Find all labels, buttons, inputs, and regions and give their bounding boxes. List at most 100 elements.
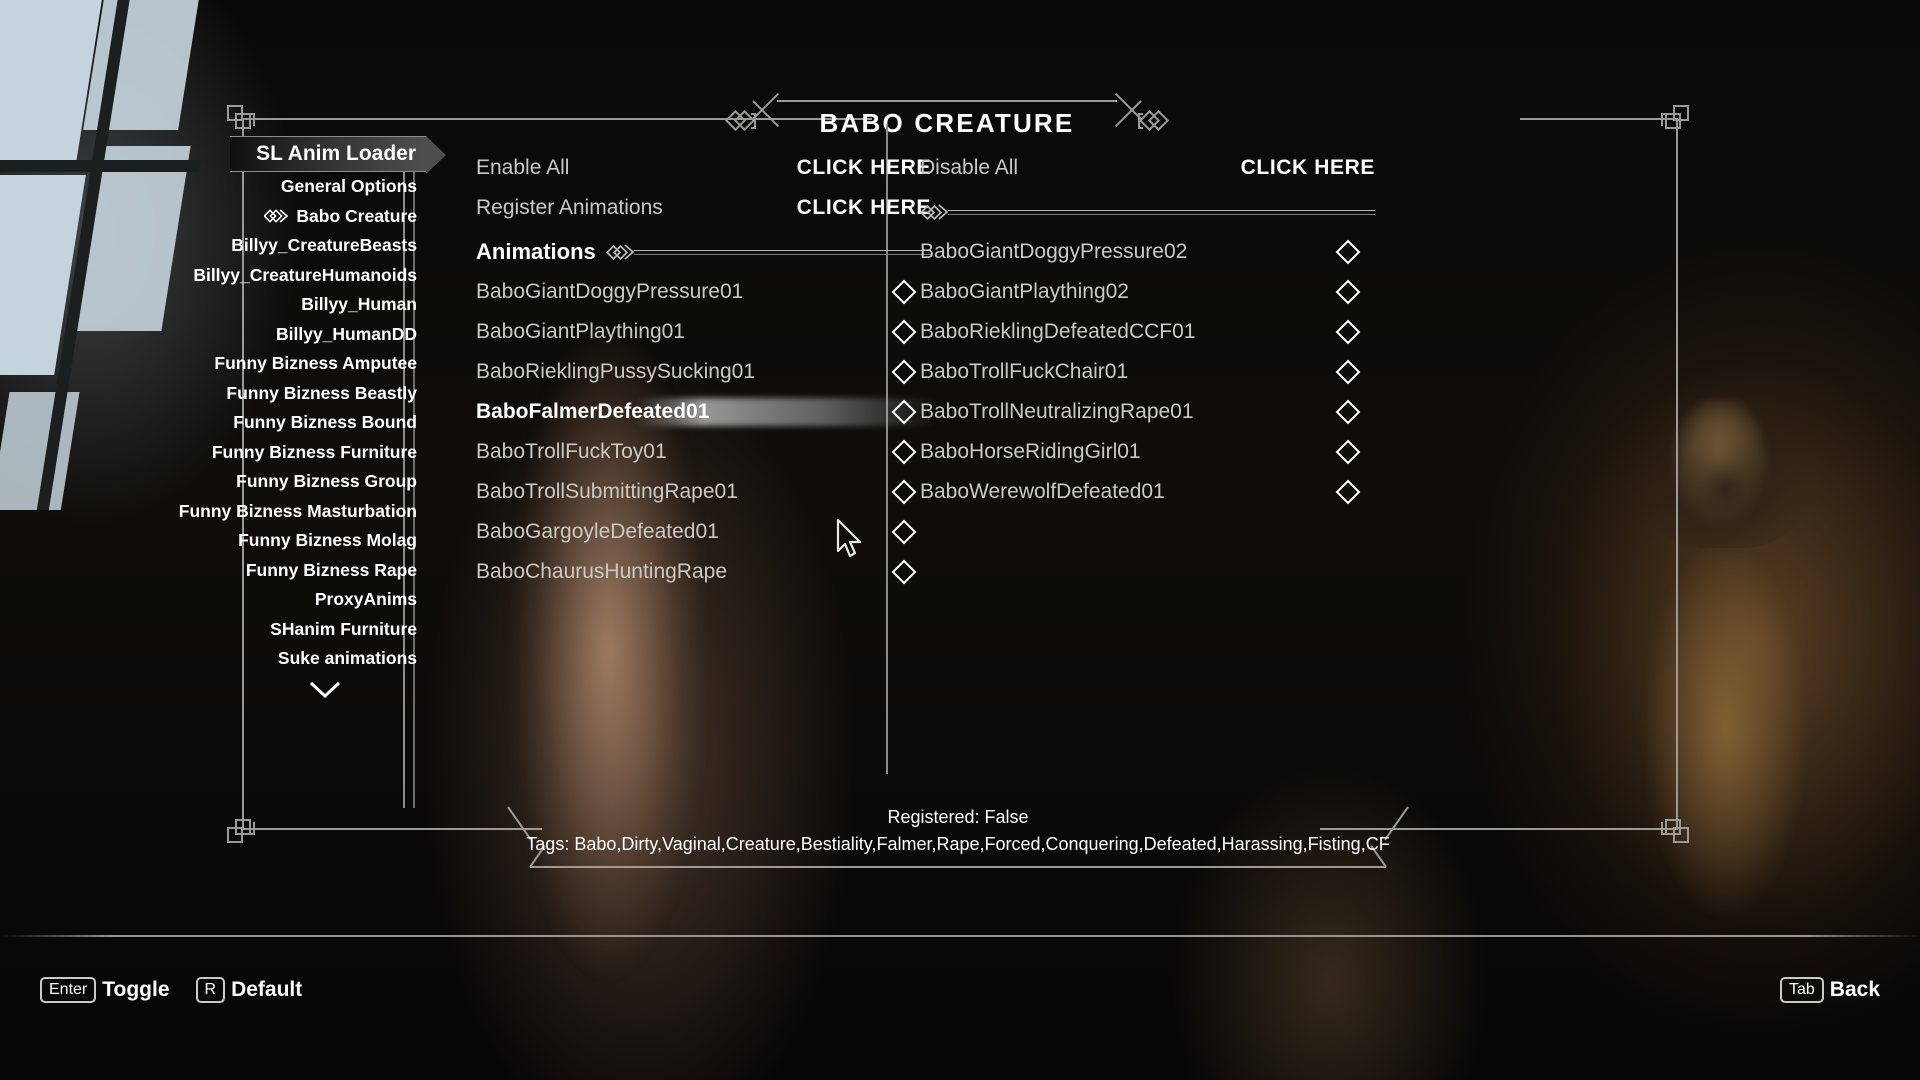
diamond-checkbox-icon[interactable] (1335, 479, 1361, 505)
animation-name: BaboGiantPlaything01 (476, 320, 685, 343)
diamond-checkbox-icon (891, 479, 917, 505)
diamond-checkbox-icon[interactable] (891, 319, 917, 345)
sidebar-item-label: Babo Creature (296, 205, 417, 226)
diamond-checkbox-icon (1335, 399, 1361, 425)
sidebar-item-label: Funny Bizness Amputee (214, 353, 417, 374)
diamond-checkbox-icon[interactable] (1335, 239, 1361, 265)
option-label: Enable All (476, 156, 570, 179)
sidebar-item-funny-bizness-masturbation[interactable]: Funny Bizness Masturbation (179, 497, 420, 527)
sidebar-item-babo-creature[interactable]: Babo Creature (230, 202, 420, 232)
sidebar-item-funny-bizness-furniture[interactable]: Funny Bizness Furniture (212, 438, 420, 468)
animation-name: BaboGiantDoggyPressure01 (476, 280, 744, 303)
diamond-checkbox-icon[interactable] (891, 439, 917, 465)
sidebar-item-billyy-creaturebeasts[interactable]: Billyy_CreatureBeasts (230, 231, 420, 261)
sidebar-item-funny-bizness-group[interactable]: Funny Bizness Group (230, 467, 420, 497)
sidebar-item-proxyanims[interactable]: ProxyAnims (230, 585, 420, 615)
option-row-disable-all[interactable]: Disable All CLICK HERE (920, 148, 1375, 188)
sidebar-item-label: Billyy_Human (301, 294, 417, 315)
sidebar-item-label: Funny Bizness Bound (233, 412, 417, 433)
animation-row[interactable]: BaboTrollNeutralizingRape01 (920, 392, 1375, 432)
section-header: Animations (476, 232, 931, 272)
sidebar-header-label: SL Anim Loader (256, 142, 416, 165)
section-rule (948, 209, 1375, 215)
animation-row[interactable]: BaboRieklingPussySucking01 (476, 352, 931, 392)
diamond-checkbox-icon[interactable] (891, 359, 917, 385)
option-label: Disable All (920, 156, 1019, 179)
frame-border-bottom-left (242, 828, 542, 830)
animation-row[interactable]: BaboTrollFuckToy01 (476, 432, 931, 472)
tags-list: Tags: Babo,Dirty,Vaginal,Creature,Bestia… (526, 834, 1390, 854)
diamond-checkbox-icon[interactable] (1335, 359, 1361, 385)
animation-row[interactable]: BaboGiantDoggyPressure02 (920, 232, 1375, 272)
animation-row[interactable]: BaboTrollSubmittingRape01 (476, 472, 931, 512)
sidebar-item-funny-bizness-molag[interactable]: Funny Bizness Molag (230, 526, 420, 556)
diamond-checkbox-icon[interactable] (891, 519, 917, 545)
sidebar: SL Anim Loader General Options Babo Creat… (179, 136, 449, 776)
section-header-label: Animations (476, 239, 596, 264)
diamond-checkbox-icon (891, 559, 917, 585)
diamond-checkbox-icon (891, 439, 917, 465)
knot-marker-icon (264, 209, 289, 224)
sidebar-item-label: Billyy_HumanDD (275, 323, 417, 344)
diamond-checkbox-icon[interactable] (1335, 279, 1361, 305)
footer-divider (0, 935, 1920, 937)
registered-status: Registered: False (887, 807, 1029, 827)
diamond-checkbox-icon[interactable] (891, 479, 917, 505)
diamond-checkbox-icon[interactable] (891, 279, 917, 305)
sidebar-item-billyy-creaturehumanoids[interactable]: Billyy_CreatureHumanoids (193, 261, 420, 291)
sidebar-item-shanim-furniture[interactable]: SHanim Furniture (230, 615, 420, 645)
diamond-checkbox-icon[interactable] (1335, 399, 1361, 425)
sidebar-item-label: Funny Bizness Masturbation (178, 500, 417, 521)
animation-row[interactable]: BaboHorseRidingGirl01 (920, 432, 1375, 472)
animation-row[interactable]: BaboRieklingDefeatedCCF01 (920, 312, 1375, 352)
sidebar-item-billyy-humandd[interactable]: Billyy_HumanDD (230, 320, 420, 350)
click-here-button[interactable]: CLICK HERE (797, 196, 931, 220)
animation-name: BaboChaurusHuntingRape (476, 560, 728, 583)
sidebar-item-label: Funny Bizness Beastly (226, 382, 417, 403)
animation-row[interactable]: BaboGargoyleDefeated01 (476, 512, 931, 552)
diamond-checkbox-icon[interactable] (1335, 439, 1361, 465)
animation-row[interactable]: BaboGiantPlaything02 (920, 272, 1375, 312)
sidebar-item-label: Funny Bizness Group (236, 471, 417, 492)
diamond-checkbox-icon[interactable] (891, 559, 917, 585)
animation-row[interactable]: BaboFalmerDefeated01 (476, 392, 936, 432)
animation-row[interactable]: BaboGiantDoggyPressure01 (476, 272, 931, 312)
diamond-checkbox-icon (891, 319, 917, 345)
diamond-checkbox-icon (1335, 239, 1361, 265)
animation-name: BaboHorseRidingGirl01 (920, 440, 1141, 463)
frame-border-right (1676, 118, 1678, 830)
sidebar-item-billyy-human[interactable]: Billyy_Human (230, 290, 420, 320)
animation-row[interactable]: BaboChaurusHuntingRape (476, 552, 931, 592)
animation-name: BaboRieklingDefeatedCCF01 (920, 320, 1196, 343)
page-title: BABO CREATURE (819, 108, 1075, 138)
sidebar-item-suke-animations[interactable]: Suke animations (230, 644, 420, 674)
knot-marker-icon (264, 207, 290, 225)
diamond-checkbox-icon[interactable] (891, 399, 917, 425)
animation-row[interactable]: BaboGiantPlaything01 (476, 312, 931, 352)
click-here-button[interactable]: CLICK HERE (1241, 156, 1375, 180)
footer-right-hints: Tab Back (1780, 977, 1880, 1003)
sidebar-scroll-down-button[interactable] (230, 676, 420, 704)
animation-name: BaboGargoyleDefeated01 (476, 520, 719, 543)
click-here-button[interactable]: CLICK HERE (797, 156, 931, 180)
animation-row[interactable]: BaboWerewolfDefeated01 (920, 472, 1375, 512)
sidebar-item-label: Billyy_CreatureHumanoids (193, 264, 417, 285)
option-row-enable-all[interactable]: Enable All CLICK HERE (476, 148, 931, 188)
animation-row[interactable]: BaboTrollFuckChair01 (920, 352, 1375, 392)
sidebar-item-funny-bizness-rape[interactable]: Funny Bizness Rape (230, 556, 420, 586)
diamond-checkbox-icon[interactable] (1335, 319, 1361, 345)
frame-border-top-right (1520, 118, 1678, 120)
sidebar-header[interactable]: SL Anim Loader (230, 136, 449, 174)
sidebar-item-funny-bizness-bound[interactable]: Funny Bizness Bound (230, 408, 420, 438)
window-light-decor (0, 0, 210, 510)
sidebar-item-label: SHanim Furniture (270, 618, 417, 639)
diamond-checkbox-icon (1335, 279, 1361, 305)
diamond-checkbox-icon (1335, 439, 1361, 465)
option-row-register-animations[interactable]: Register Animations CLICK HERE (476, 188, 931, 228)
animation-name: BaboTrollFuckToy01 (476, 440, 667, 463)
diamond-checkbox-icon (891, 399, 917, 425)
diamond-checkbox-icon (1335, 359, 1361, 385)
sidebar-item-funny-bizness-beastly[interactable]: Funny Bizness Beastly (226, 379, 420, 409)
sidebar-item-general-options[interactable]: General Options (230, 172, 420, 202)
sidebar-item-funny-bizness-amputee[interactable]: Funny Bizness Amputee (214, 349, 420, 379)
